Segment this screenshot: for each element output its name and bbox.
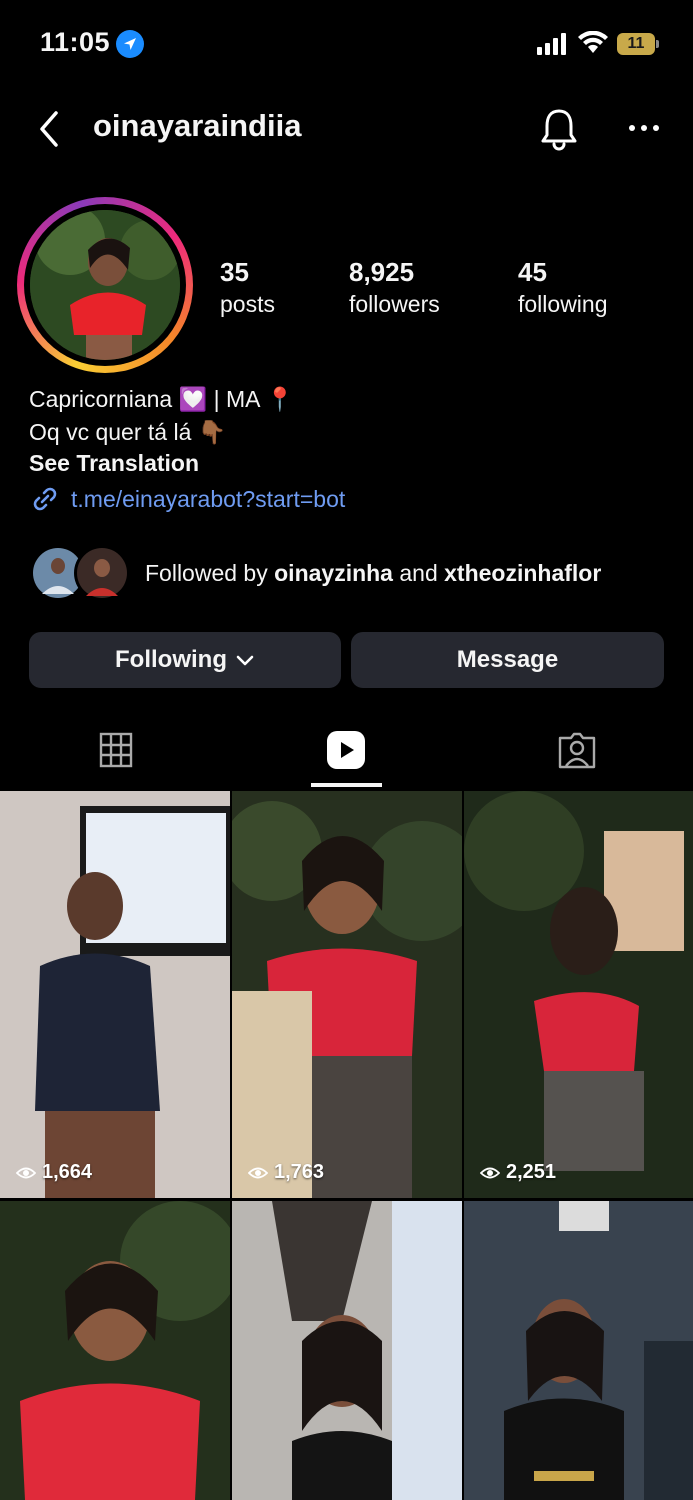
see-translation-link[interactable]: See Translation: [29, 450, 199, 477]
active-tab-indicator: [311, 783, 382, 787]
location-arrow-icon: [116, 30, 144, 58]
eye-icon: [16, 1167, 36, 1178]
reel-thumbnail[interactable]: 2,251: [464, 791, 693, 1198]
mutual-user-2[interactable]: xtheozinhaflor: [444, 560, 601, 586]
posts-label[interactable]: posts: [220, 291, 275, 318]
bio-line-1: Capricorniana 💟 | MA 📍: [29, 386, 294, 413]
heart-emoji: 💟: [178, 386, 208, 412]
view-count: 1,664: [16, 1161, 92, 1184]
pin-emoji: 📍: [265, 386, 295, 412]
bio-line-2: Oq vc quer tá lá 👇🏾: [29, 419, 226, 446]
followed-by-prefix: Followed by: [145, 560, 268, 586]
following-button[interactable]: Following: [29, 632, 341, 688]
avatar-image: [30, 210, 180, 360]
view-count-value: 1,763: [274, 1161, 325, 1183]
avatar[interactable]: [30, 210, 180, 360]
bio-text: Capricorniana: [29, 386, 173, 412]
tab-tagged[interactable]: [547, 725, 607, 775]
followers-label[interactable]: followers: [349, 291, 440, 318]
posts-count[interactable]: 35: [220, 257, 249, 288]
following-count[interactable]: 45: [518, 257, 547, 288]
status-time: 11:05: [40, 27, 111, 57]
view-count: 2,251: [480, 1161, 556, 1184]
bio-location: | MA: [213, 386, 260, 412]
bio-link-row[interactable]: t.me/einayarabot?start=bot: [29, 483, 345, 515]
following-button-label: Following: [115, 646, 227, 673]
tab-posts-grid[interactable]: [86, 725, 146, 775]
grid-icon: [99, 732, 133, 768]
message-button[interactable]: Message: [351, 632, 664, 688]
link-icon: [33, 487, 57, 511]
cellular-signal-icon: [537, 33, 569, 55]
followers-count[interactable]: 8,925: [349, 257, 414, 288]
view-count: 1,763: [248, 1161, 324, 1184]
tab-reels[interactable]: [316, 725, 376, 775]
pointing-down-emoji: 👇🏾: [197, 419, 227, 445]
reel-thumbnail[interactable]: [0, 1201, 230, 1500]
back-button[interactable]: [32, 107, 68, 151]
message-button-label: Message: [456, 646, 559, 673]
reel-thumbnail[interactable]: 1,763: [232, 791, 462, 1198]
bell-icon: [541, 109, 577, 151]
profile-username: oinayaraindiia: [93, 108, 302, 143]
tagged-icon: [558, 732, 596, 769]
wifi-icon: [578, 30, 608, 55]
reel-thumbnail[interactable]: [232, 1201, 462, 1500]
more-options-button[interactable]: [622, 110, 666, 146]
followed-by-and: and: [399, 560, 438, 586]
battery-cap: [656, 40, 659, 48]
bio-text-2: Oq vc quer tá lá: [29, 419, 192, 445]
chevron-down-icon: [236, 655, 254, 666]
eye-icon: [480, 1167, 500, 1178]
chevron-left-icon: [40, 111, 58, 147]
view-count-value: 2,251: [506, 1161, 557, 1183]
reel-thumbnail[interactable]: [464, 1201, 693, 1500]
more-dots-icon: [629, 125, 659, 131]
mutual-followers-avatars[interactable]: [28, 544, 132, 602]
reel-thumbnail[interactable]: 1,664: [0, 791, 230, 1198]
mutual-user-1[interactable]: oinayzinha: [274, 560, 393, 586]
view-count-value: 1,664: [42, 1161, 93, 1183]
reels-icon: [327, 731, 365, 769]
notifications-button[interactable]: [538, 106, 580, 152]
bio-link-text[interactable]: t.me/einayarabot?start=bot: [71, 486, 345, 513]
battery-icon: 11: [617, 33, 655, 55]
following-label[interactable]: following: [518, 291, 608, 318]
followed-by-text[interactable]: Followed by oinayzinha and xtheozinhaflo…: [145, 560, 601, 587]
eye-icon: [248, 1167, 268, 1178]
